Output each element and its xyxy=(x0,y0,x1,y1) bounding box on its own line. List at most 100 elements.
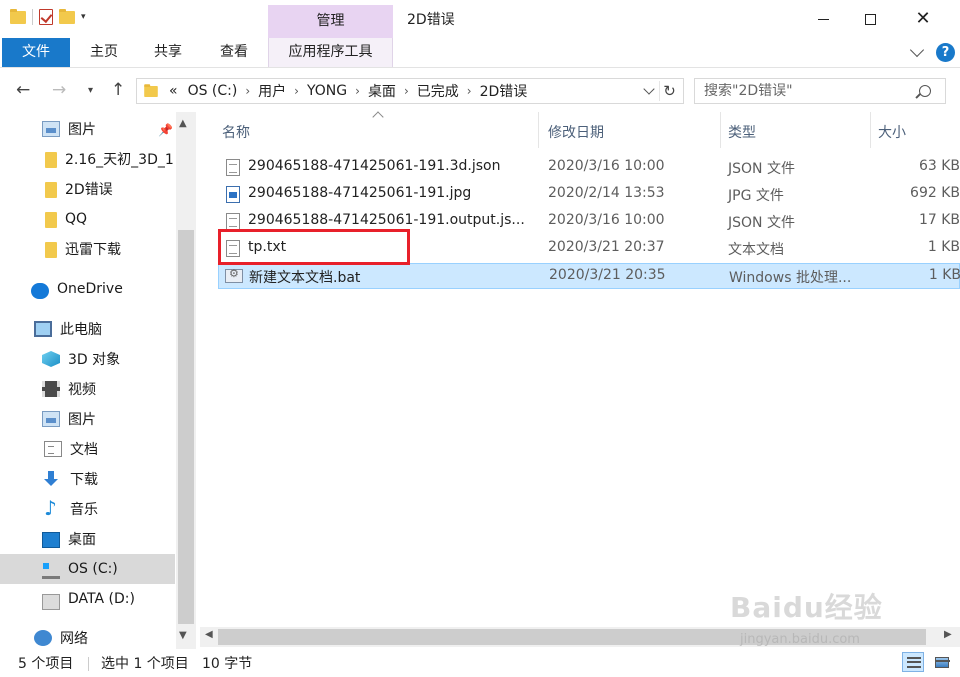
tab-application-tools[interactable]: 应用程序工具 xyxy=(268,38,393,67)
tab-view[interactable]: 查看 xyxy=(206,38,262,67)
sidebar-item-pictures[interactable]: 图片 xyxy=(0,404,175,434)
file-row-selected[interactable]: 新建文本文档.bat 2020/3/21 20:35 Windows 批处理..… xyxy=(218,263,960,289)
column-divider[interactable] xyxy=(720,112,721,148)
sidebar-item-folder[interactable]: QQ xyxy=(0,204,175,234)
column-divider[interactable] xyxy=(870,112,871,148)
sidebar-item-this-pc[interactable]: 此电脑 xyxy=(0,314,175,344)
scroll-left-icon[interactable]: ◀ xyxy=(205,629,213,640)
json-file-icon xyxy=(226,213,240,230)
sidebar-item-3d-objects[interactable]: 3D 对象 xyxy=(0,344,175,374)
sidebar-item-label: 文档 xyxy=(70,442,98,458)
sidebar-item-downloads[interactable]: 下载 xyxy=(0,464,175,494)
column-divider[interactable] xyxy=(538,112,539,148)
file-size: 17 KB xyxy=(918,212,960,228)
breadcrumb-item[interactable]: 桌面 xyxy=(368,81,396,101)
tab-file[interactable]: 文件 xyxy=(2,38,70,67)
file-name: tp.txt xyxy=(248,239,287,255)
minimize-button[interactable] xyxy=(800,0,846,38)
breadcrumb-separator[interactable]: › xyxy=(245,84,250,98)
file-size: 692 KB xyxy=(910,185,960,201)
customize-toolbar-dropdown[interactable]: ▾ xyxy=(81,12,86,22)
sidebar-item-folder[interactable]: 迅雷下载 xyxy=(0,234,175,264)
file-date: 2020/3/21 20:35 xyxy=(549,267,666,283)
breadcrumb-item[interactable]: 用户 xyxy=(258,81,286,101)
sidebar-item-label: 2D错误 xyxy=(65,182,113,198)
file-date: 2020/3/16 10:00 xyxy=(548,158,665,174)
tab-share[interactable]: 共享 xyxy=(140,38,196,67)
up-arrow-icon[interactable]: ↑ xyxy=(111,80,125,100)
sidebar-item-folder[interactable]: 2.16_天初_3D_1 xyxy=(0,144,175,174)
address-dropdown-icon[interactable] xyxy=(643,83,655,95)
breadcrumb-item[interactable]: YONG xyxy=(307,83,347,99)
search-icon[interactable] xyxy=(919,85,931,97)
properties-icon[interactable] xyxy=(39,9,53,25)
sidebar-item-videos[interactable]: 视频 xyxy=(0,374,175,404)
breadcrumb-item[interactable]: 已完成 xyxy=(417,81,459,101)
file-row[interactable]: 290465188-471425061-191.3d.json 2020/3/1… xyxy=(218,155,960,181)
status-bar: 5 个项目 选中 1 个项目 10 字节 xyxy=(0,649,960,677)
breadcrumb-separator[interactable]: › xyxy=(355,84,360,98)
breadcrumb-item[interactable]: OS (C:) xyxy=(188,83,238,99)
sidebar-item-os-drive[interactable]: OS (C:) xyxy=(0,554,175,584)
search-box[interactable] xyxy=(694,78,946,104)
folder-icon[interactable] xyxy=(10,8,26,24)
sidebar-item-pictures-pinned[interactable]: 图片 xyxy=(0,114,175,144)
file-size: 63 KB xyxy=(918,158,960,174)
sidebar-item-label: QQ xyxy=(65,211,88,227)
details-view-button[interactable] xyxy=(902,652,924,672)
large-icons-view-button[interactable] xyxy=(930,652,952,672)
maximize-button[interactable] xyxy=(847,0,893,38)
recent-locations-icon[interactable]: ▾ xyxy=(88,85,93,96)
breadcrumb-separator[interactable]: › xyxy=(404,84,409,98)
column-name[interactable]: 名称 xyxy=(222,122,250,142)
manage-tab-header[interactable]: 管理 xyxy=(268,5,393,38)
help-icon[interactable]: ? xyxy=(936,43,955,62)
new-folder-icon[interactable] xyxy=(59,8,75,24)
address-bar[interactable]: « OS (C:) › 用户 › YONG › 桌面 › 已完成 › 2D错误 … xyxy=(136,78,684,104)
sidebar-item-label: 2.16_天初_3D_1 xyxy=(65,152,174,168)
column-size[interactable]: 大小 xyxy=(878,122,906,142)
sidebar-item-desktop[interactable]: 桌面 xyxy=(0,524,175,554)
scroll-up-icon[interactable]: ▲ xyxy=(179,118,187,129)
folder-icon xyxy=(45,212,57,228)
breadcrumb-separator[interactable]: › xyxy=(467,84,472,98)
sidebar-item-label: 桌面 xyxy=(68,532,96,548)
scroll-right-icon[interactable]: ▶ xyxy=(944,629,952,640)
file-date: 2020/3/16 10:00 xyxy=(548,212,665,228)
baidu-watermark: Baidu经验 xyxy=(730,591,883,624)
sidebar-item-music[interactable]: 音乐 xyxy=(0,494,175,524)
desktop-icon xyxy=(42,532,60,548)
sidebar-item-onedrive[interactable]: OneDrive xyxy=(0,274,175,304)
expand-ribbon-icon[interactable] xyxy=(909,42,925,58)
status-divider xyxy=(88,657,89,671)
sidebar-item-documents[interactable]: 文档 xyxy=(0,434,175,464)
close-button[interactable]: ✕ xyxy=(900,0,946,38)
sidebar-scrollbar-thumb[interactable] xyxy=(178,230,194,624)
column-type[interactable]: 类型 xyxy=(728,122,756,142)
search-input[interactable] xyxy=(695,83,919,99)
file-type: JSON 文件 xyxy=(728,161,795,177)
file-row[interactable]: 290465188-471425061-191.output.js... 202… xyxy=(218,209,960,235)
forward-arrow-icon[interactable]: → xyxy=(52,80,66,100)
sidebar-item-folder[interactable]: 2D错误 xyxy=(0,174,175,204)
breadcrumb-separator[interactable]: › xyxy=(294,84,299,98)
sidebar-item-data-drive[interactable]: DATA (D:) xyxy=(0,584,175,614)
refresh-icon[interactable]: ↻ xyxy=(659,81,679,101)
pin-icon[interactable]: 📌 xyxy=(158,123,173,137)
tab-home[interactable]: 主页 xyxy=(76,38,132,67)
title-bar: ▾ 管理 2D错误 ✕ xyxy=(0,0,960,38)
column-date[interactable]: 修改日期 xyxy=(548,122,604,142)
scroll-down-icon[interactable]: ▼ xyxy=(179,630,187,641)
sidebar-item-label: OneDrive xyxy=(57,281,123,297)
quick-access-toolbar: ▾ xyxy=(10,8,86,25)
sidebar-item-label: 图片 xyxy=(68,122,96,138)
maximize-icon xyxy=(864,13,876,25)
breadcrumb-overflow[interactable]: « xyxy=(169,83,178,99)
file-row[interactable]: tp.txt 2020/3/21 20:37 文本文档 1 KB xyxy=(218,236,960,262)
back-arrow-icon[interactable]: ← xyxy=(16,80,30,100)
file-row[interactable]: 290465188-471425061-191.jpg 2020/2/14 13… xyxy=(218,182,960,208)
drive-icon xyxy=(42,594,60,610)
close-icon: ✕ xyxy=(915,8,931,29)
sidebar-item-label: 视频 xyxy=(68,382,96,398)
breadcrumb-item[interactable]: 2D错误 xyxy=(480,81,528,101)
